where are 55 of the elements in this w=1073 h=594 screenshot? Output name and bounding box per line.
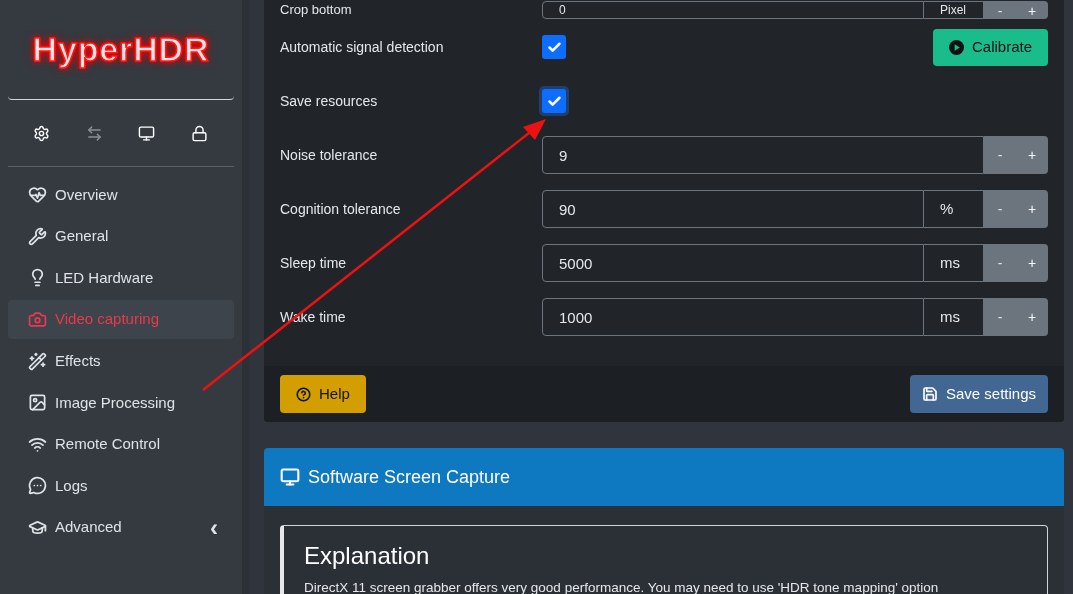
number-field[interactable]: 5000: [542, 244, 924, 282]
increment-button[interactable]: +: [1016, 190, 1048, 228]
check-icon: [546, 93, 562, 109]
unit-label: ms: [924, 244, 984, 282]
increment-button[interactable]: +: [1016, 298, 1048, 336]
setting-label: Cognition tolerance: [280, 199, 402, 219]
unit-label: ms: [924, 298, 984, 336]
nav-item[interactable]: Overview: [8, 175, 234, 215]
setting-label: Automatic signal detection: [280, 37, 445, 57]
number-field[interactable]: 0: [542, 1, 924, 19]
logo: HyperHDR: [32, 29, 210, 70]
save-icon: [921, 386, 938, 402]
nav-item[interactable]: Advanced ‹: [8, 508, 234, 548]
increment-button[interactable]: +: [1016, 244, 1048, 282]
unit-label: Pixel: [924, 1, 984, 19]
decrement-button[interactable]: -: [984, 244, 1016, 282]
setting-label: Crop bottom: [280, 1, 353, 20]
explanation-title: Explanation: [304, 541, 431, 571]
setting-label: Noise tolerance: [280, 145, 379, 165]
monitor-icon: [280, 467, 300, 487]
number-field[interactable]: 1000: [542, 298, 924, 336]
unit-label: %: [924, 190, 984, 228]
number-field[interactable]: 90: [542, 190, 924, 228]
nav-item[interactable]: Image Processing: [8, 383, 234, 423]
nav-item[interactable]: Effects: [8, 341, 234, 381]
explanation-text: DirectX 11 screen grabber offers very good performance. You may need to use 'HDR tone mapping' option: [304, 579, 940, 594]
monitor-icon[interactable]: [138, 124, 157, 142]
setting-label: Save resources: [280, 91, 379, 111]
decrement-button[interactable]: -: [984, 190, 1016, 228]
help-button[interactable]: Help: [280, 375, 366, 413]
nav-item[interactable]: General: [8, 216, 234, 256]
setting-label: Sleep time: [280, 253, 348, 273]
save-button[interactable]: Save settings: [909, 375, 1048, 413]
image-icon: [28, 393, 47, 413]
magic-wand-icon: [28, 351, 47, 371]
nav-item[interactable]: Logs: [8, 466, 234, 506]
number-field[interactable]: 9: [542, 136, 984, 174]
check-icon: [546, 39, 562, 55]
calibrate-button[interactable]: Calibrate: [932, 28, 1048, 66]
wrench-icon: [28, 226, 47, 246]
decrement-button[interactable]: -: [984, 298, 1016, 336]
heart-pulse-icon: [28, 185, 47, 205]
panel-title: Software Screen Capture: [308, 465, 511, 489]
lock-icon[interactable]: [190, 124, 209, 142]
nav-item[interactable]: LED Hardware: [8, 258, 234, 298]
nav-item[interactable]: Remote Control: [8, 424, 234, 464]
play-icon: [948, 39, 964, 55]
increment-button[interactable]: +: [1016, 1, 1048, 19]
chevron-icon: ‹: [210, 515, 218, 540]
decrement-button[interactable]: -: [984, 1, 1016, 19]
increment-button[interactable]: +: [1016, 136, 1048, 174]
chat-icon: [28, 476, 47, 496]
camera-icon: [28, 310, 47, 330]
help-icon: [296, 386, 311, 402]
decrement-button[interactable]: -: [984, 136, 1016, 174]
